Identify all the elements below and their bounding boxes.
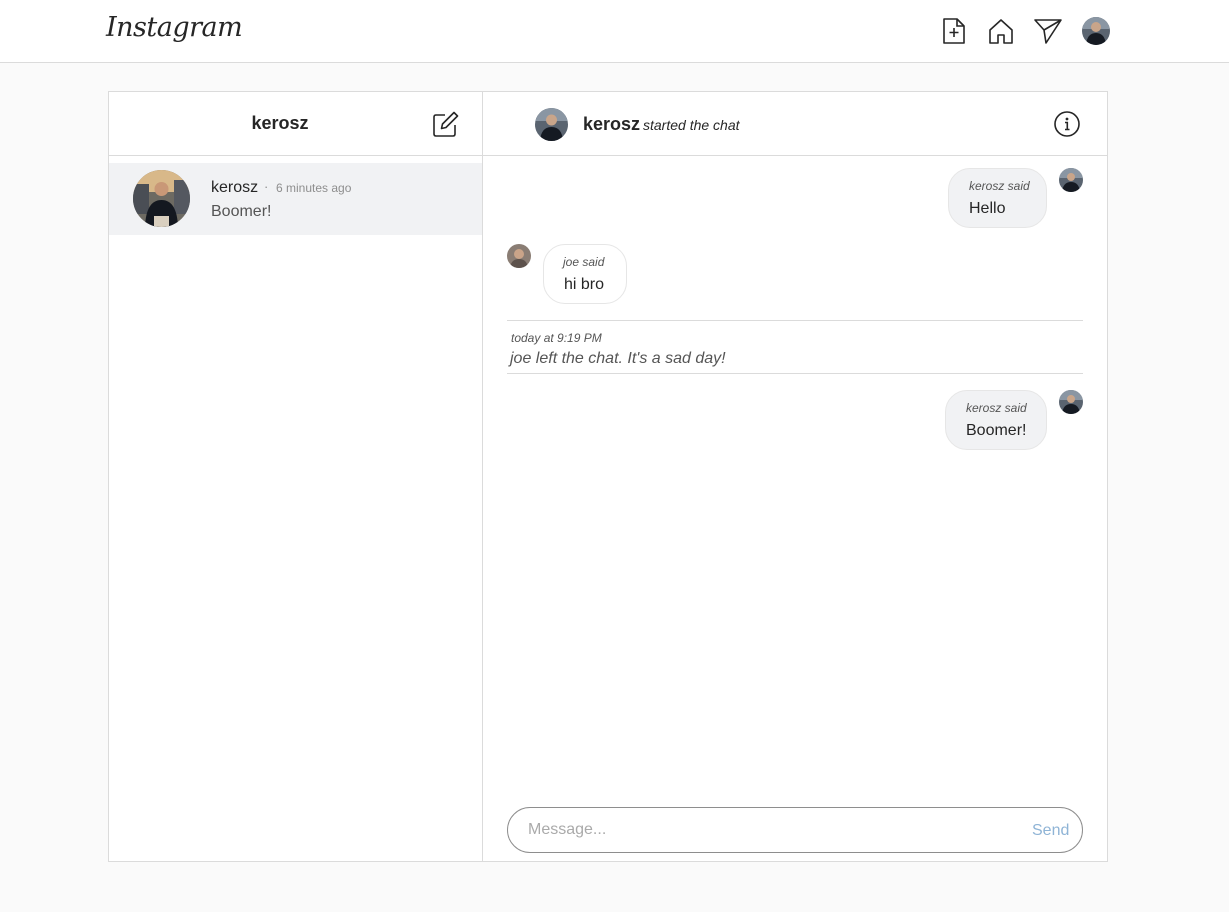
- avatar: [133, 170, 190, 227]
- avatar: [507, 244, 531, 268]
- home-icon[interactable]: [986, 16, 1016, 46]
- message-bubble: kerosz said Boomer!: [945, 390, 1047, 450]
- message-composer: Send: [507, 807, 1083, 853]
- system-notice-time: today at 9:19 PM: [511, 331, 602, 345]
- top-navigation: Instagram: [0, 0, 1229, 63]
- account-name: kerosz: [251, 113, 309, 133]
- thread-status-note: started the chat: [643, 117, 740, 133]
- message-text: hi bro: [564, 276, 605, 293]
- message-text: Boomer!: [966, 422, 1027, 439]
- thread-user-name[interactable]: kerosz: [583, 114, 640, 135]
- send-button[interactable]: Send: [1032, 822, 1069, 840]
- message-sender: kerosz said: [969, 179, 1030, 193]
- avatar[interactable]: [535, 108, 568, 141]
- message-input[interactable]: [528, 818, 1008, 842]
- instagram-logo[interactable]: Instagram: [106, 12, 243, 43]
- message-bubble: joe said hi bro: [543, 244, 627, 304]
- thread-header: kerosz started the chat: [483, 92, 1107, 156]
- avatar: [1059, 390, 1083, 414]
- conversation-sidebar: kerosz kerosz · 6 minutes ago Boomer!: [109, 92, 483, 861]
- direct-icon[interactable]: [1033, 16, 1063, 46]
- message-bubble: kerosz said Hello: [948, 168, 1047, 228]
- separator-dot: ·: [264, 179, 269, 194]
- chat-thread: kerosz started the chat kerosz said Hell…: [483, 92, 1107, 861]
- compose-icon[interactable]: [432, 110, 460, 138]
- sidebar-header: kerosz: [109, 92, 482, 156]
- conversation-last-message: Boomer!: [211, 203, 272, 220]
- profile-avatar[interactable]: [1082, 17, 1110, 45]
- direct-inbox: kerosz kerosz · 6 minutes ago Boomer! ke…: [108, 91, 1108, 862]
- system-notice-text: joe left the chat. It's a sad day!: [510, 350, 726, 367]
- conversation-item[interactable]: kerosz · 6 minutes ago Boomer!: [109, 163, 482, 235]
- message-sender: kerosz said: [966, 401, 1027, 415]
- avatar: [1059, 168, 1083, 192]
- conversation-name: kerosz: [211, 179, 259, 196]
- new-post-icon[interactable]: [939, 16, 969, 46]
- conversation-time: 6 minutes ago: [276, 181, 352, 195]
- message-text: Hello: [969, 200, 1006, 217]
- system-notice: today at 9:19 PM joe left the chat. It's…: [507, 320, 1083, 374]
- info-icon[interactable]: [1053, 110, 1081, 138]
- message-sender: joe said: [563, 255, 605, 269]
